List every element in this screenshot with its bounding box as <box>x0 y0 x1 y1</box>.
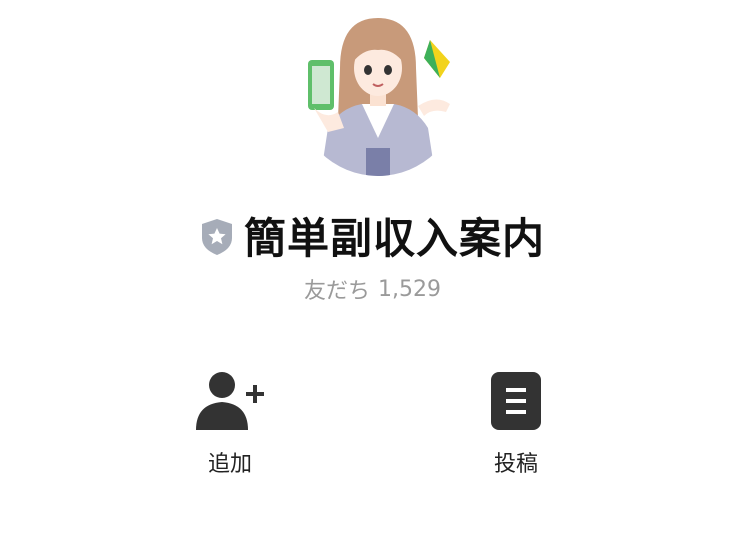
friends-count: 1,529 <box>378 276 441 302</box>
shield-star-icon <box>200 218 234 256</box>
post-list-icon <box>476 368 556 434</box>
account-name: 簡単副収入案内 <box>243 213 545 263</box>
posts-button[interactable]: 投稿 <box>456 368 576 478</box>
add-friend-label: 追加 <box>207 452 252 477</box>
friends-count-row[interactable]: 友だち 1,529 <box>0 272 745 306</box>
account-title-row: 簡単副収入案内 <box>0 204 745 266</box>
add-friend-icon <box>190 368 270 434</box>
woman-with-phone-illustration <box>300 12 456 176</box>
posts-label: 投稿 <box>493 452 538 477</box>
profile-avatar[interactable] <box>300 8 456 180</box>
friends-label: 友だち <box>304 279 371 304</box>
add-friend-button[interactable]: 追加 <box>170 368 290 478</box>
